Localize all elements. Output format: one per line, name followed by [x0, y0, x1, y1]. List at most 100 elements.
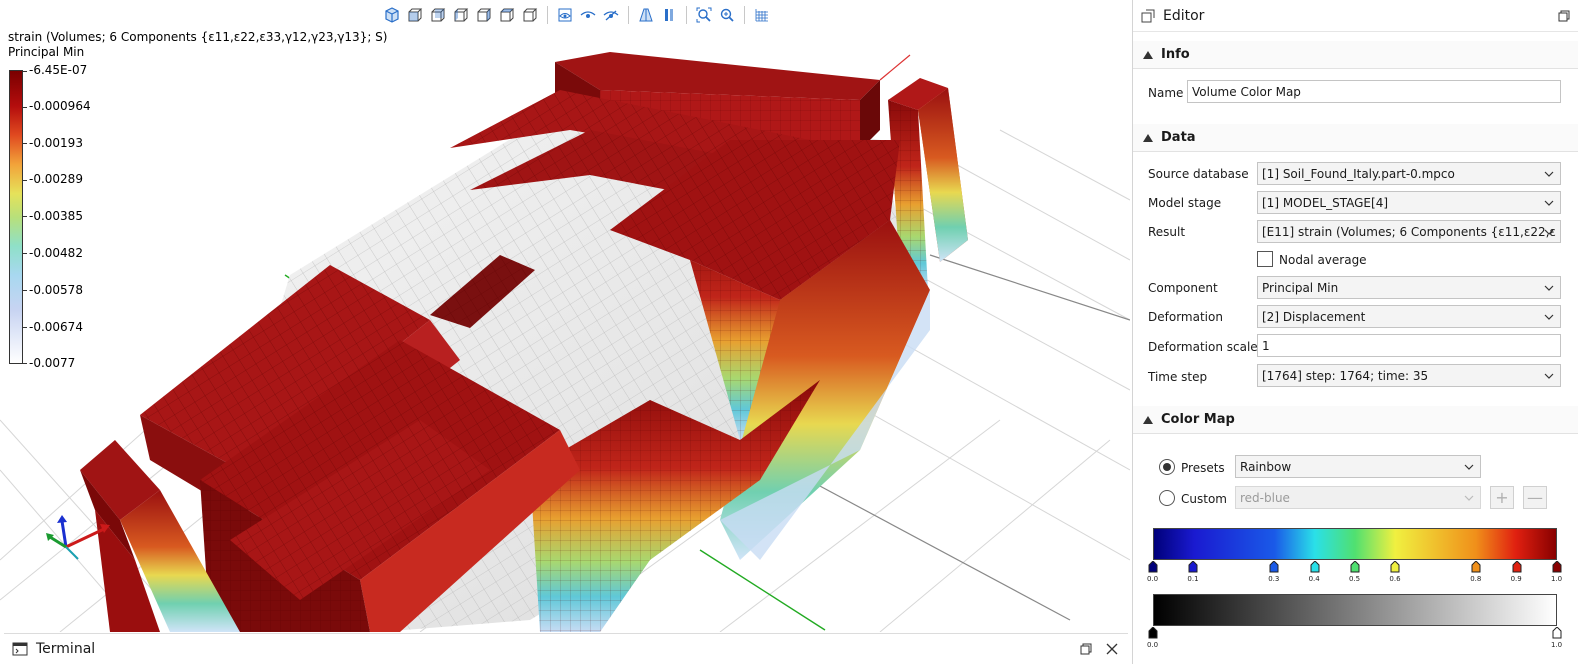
info-section-header[interactable]: Info [1133, 41, 1578, 69]
model-stage-label: Model stage [1148, 196, 1222, 210]
custom-value: red-blue [1240, 490, 1290, 505]
float-window-icon[interactable] [1558, 10, 1570, 22]
zoom-icon[interactable] [717, 5, 737, 25]
model-stage-select[interactable]: [1] MODEL_STAGE[4] [1257, 191, 1561, 214]
color-stop-marker[interactable] [1390, 561, 1400, 573]
color-stop-marker[interactable] [1512, 561, 1522, 573]
collapse-triangle-icon [1143, 50, 1153, 59]
presets-radio[interactable] [1159, 459, 1175, 475]
eye-icon[interactable] [578, 5, 598, 25]
legend-color-bar [9, 70, 23, 364]
parallel-icon[interactable] [659, 5, 679, 25]
deformation-label: Deformation [1148, 310, 1223, 324]
color-stop-label: 0.1 [1187, 575, 1199, 583]
data-section-label: Data [1161, 130, 1196, 145]
color-stop-marker[interactable] [1310, 561, 1320, 573]
color-stop-label: 0.6 [1389, 575, 1401, 583]
nodal-average-label: Nodal average [1279, 253, 1367, 267]
left-view-icon[interactable] [451, 5, 471, 25]
collapse-triangle-icon [1143, 415, 1153, 424]
deformation-scale-field[interactable]: 1 [1257, 334, 1561, 357]
chevron-down-icon [1464, 464, 1474, 470]
axes-triad [46, 515, 110, 560]
right-view-icon[interactable] [474, 5, 494, 25]
color-map-section-header[interactable]: Color Map [1133, 406, 1578, 434]
color-stop-label: 0.8 [1470, 575, 1482, 583]
result-select[interactable]: [E11] strain (Volumes; 6 Components {ε11… [1257, 220, 1561, 243]
remove-stop-button[interactable]: — [1523, 486, 1547, 509]
legend-tick [23, 216, 27, 217]
legend-label: -0.00289 [29, 172, 83, 186]
color-stop-marker[interactable] [1552, 561, 1562, 573]
float-window-icon[interactable] [1080, 643, 1092, 655]
custom-radio[interactable] [1159, 490, 1175, 506]
top-view-icon[interactable] [497, 5, 517, 25]
close-icon[interactable] [1106, 643, 1118, 655]
toolbar-separator [547, 6, 548, 24]
data-section-header[interactable]: Data [1133, 124, 1578, 152]
bottom-view-icon[interactable] [520, 5, 540, 25]
color-stop-marker[interactable] [1188, 561, 1198, 573]
chevron-down-icon [1544, 373, 1554, 379]
color-stop-label: 1.0 [1551, 641, 1563, 649]
nodal-average-checkbox[interactable] [1257, 251, 1273, 267]
iso-view-icon[interactable] [382, 5, 402, 25]
color-stop-marker[interactable] [1269, 561, 1279, 573]
zoom-fit-icon[interactable] [694, 5, 714, 25]
result-label: Result [1148, 225, 1186, 239]
chevron-down-icon [1544, 314, 1554, 320]
legend-label: -0.00578 [29, 283, 83, 297]
color-stop-label: 0.4 [1308, 575, 1320, 583]
deformation-select[interactable]: [2] Displacement [1257, 305, 1561, 328]
terminal-panel[interactable]: Terminal [4, 633, 1128, 664]
front-view-icon[interactable] [405, 5, 425, 25]
color-stop-marker[interactable] [1350, 561, 1360, 573]
time-step-select[interactable]: [1764] step: 1764; time: 35 [1257, 364, 1561, 387]
perspective-icon[interactable] [636, 5, 656, 25]
rainbow-gradient-bar [1153, 528, 1557, 560]
source-database-label: Source database [1148, 167, 1249, 181]
presets-label: Presets [1181, 461, 1225, 475]
component-label: Component [1148, 281, 1218, 295]
chevron-down-icon [1544, 229, 1554, 235]
custom-select[interactable]: red-blue [1235, 486, 1481, 509]
hide-icon[interactable] [601, 5, 621, 25]
grid-icon[interactable] [752, 5, 772, 25]
color-stop-label: 0.9 [1510, 575, 1522, 583]
color-map-section-label: Color Map [1161, 412, 1235, 427]
deformation-value: [2] Displacement [1262, 309, 1366, 324]
legend-label: -0.00674 [29, 320, 83, 334]
3d-viewport[interactable]: strain (Volumes; 6 Components {ε11,ε22,ε… [0, 0, 1130, 632]
source-database-value: [1] Soil_Found_Italy.part-0.mpco [1262, 166, 1455, 181]
color-stop-marker[interactable] [1552, 627, 1562, 639]
source-database-select[interactable]: [1] Soil_Found_Italy.part-0.mpco [1257, 162, 1561, 185]
legend-tick [23, 290, 27, 291]
chevron-down-icon [1544, 200, 1554, 206]
back-view-icon[interactable] [428, 5, 448, 25]
component-value: Principal Min [1262, 280, 1339, 295]
info-section-label: Info [1161, 47, 1190, 62]
time-step-label: Time step [1148, 370, 1208, 384]
color-stop-marker[interactable] [1471, 561, 1481, 573]
show-icon[interactable] [555, 5, 575, 25]
legend-label: -0.00193 [29, 136, 83, 150]
name-field[interactable]: Volume Color Map [1187, 80, 1561, 103]
gray-gradient-bar [1153, 594, 1557, 626]
editor-header: Editor [1133, 0, 1578, 32]
color-stop-label: 0.5 [1349, 575, 1361, 583]
custom-label: Custom [1181, 492, 1227, 506]
legend-tick [23, 253, 27, 254]
editor-icon [1141, 9, 1155, 22]
view-toolbar [382, 4, 772, 26]
color-stop-marker[interactable] [1148, 561, 1158, 573]
legend-tick [23, 143, 27, 144]
component-select[interactable]: Principal Min [1257, 276, 1561, 299]
add-stop-button[interactable]: + [1490, 486, 1514, 509]
toolbar-separator [744, 6, 745, 24]
legend-component: Principal Min [8, 45, 85, 59]
result-value: [E11] strain (Volumes; 6 Components {ε11… [1262, 224, 1556, 239]
presets-select[interactable]: Rainbow [1235, 455, 1481, 478]
color-stop-label: 1.0 [1551, 575, 1563, 583]
editor-panel: Editor Info Name Volume Color Map Data S… [1132, 0, 1578, 664]
color-stop-marker[interactable] [1148, 627, 1158, 639]
